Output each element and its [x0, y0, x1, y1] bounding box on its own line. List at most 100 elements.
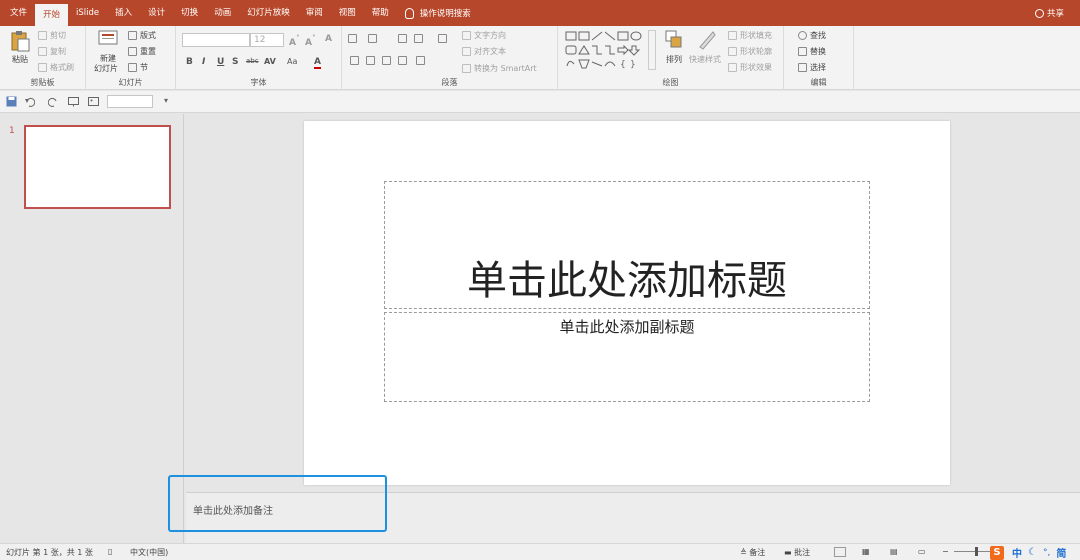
title-placeholder[interactable]: 单击此处添加标题: [384, 181, 870, 309]
font-size-combo[interactable]: 12: [250, 33, 284, 47]
tab-help[interactable]: 帮助: [364, 0, 397, 26]
paste-icon[interactable]: [10, 30, 30, 52]
editing-group: 查找 替换 选择 编辑: [784, 26, 854, 90]
align-center-button[interactable]: [366, 56, 378, 65]
ime-language[interactable]: 中: [1012, 545, 1022, 560]
copy-button[interactable]: 复制: [38, 46, 66, 57]
char-spacing-button[interactable]: AV: [264, 57, 276, 66]
tab-file[interactable]: 文件: [0, 0, 35, 26]
replace-button[interactable]: 替换: [798, 46, 826, 57]
normal-view-icon[interactable]: [834, 547, 846, 557]
tab-review[interactable]: 审阅: [298, 0, 331, 26]
shrink-font-button[interactable]: A˅: [305, 34, 316, 48]
text-direction-button[interactable]: 文字方向: [462, 30, 506, 41]
new-slide-label-2[interactable]: 幻灯片: [94, 63, 118, 74]
slide-sorter-icon[interactable]: ▦: [862, 547, 870, 556]
redo-icon[interactable]: [48, 96, 59, 107]
section-button[interactable]: 节: [128, 62, 148, 73]
slideshow-view-icon[interactable]: ▭: [918, 547, 926, 556]
find-label: 查找: [810, 31, 826, 40]
increase-indent-button[interactable]: [414, 34, 426, 43]
clear-format-icon[interactable]: A: [325, 34, 332, 44]
decrease-indent-button[interactable]: [398, 34, 410, 43]
underline-button[interactable]: U: [217, 57, 224, 67]
ime-mode[interactable]: 简: [1056, 545, 1066, 560]
find-button[interactable]: 查找: [798, 30, 826, 41]
change-case-button[interactable]: Aa: [287, 57, 297, 66]
justify-button[interactable]: [398, 56, 410, 65]
zoom-slider[interactable]: [954, 551, 990, 552]
strikethrough-button[interactable]: abc: [246, 57, 259, 65]
subtitle-placeholder[interactable]: 单击此处添加副标题: [384, 312, 870, 402]
italic-button[interactable]: I: [202, 57, 205, 67]
select-button[interactable]: 选择: [798, 62, 826, 73]
tab-transitions[interactable]: 切换: [173, 0, 206, 26]
notes-toggle-button[interactable]: ≜ 备注: [740, 547, 765, 558]
paste-button[interactable]: 粘贴: [12, 54, 28, 65]
slide-thumbnail-pane: 1: [0, 114, 184, 544]
customize-qat-icon[interactable]: ▾: [164, 96, 168, 105]
font-group: 12 A˄ A˅ A B I U S abc AV Aa A 字体: [176, 26, 342, 90]
shape-outline-button[interactable]: 形状轮廓: [728, 46, 772, 57]
tab-islide[interactable]: iSlide: [68, 0, 107, 26]
tab-insert[interactable]: 插入: [107, 0, 140, 26]
zoom-slider-thumb[interactable]: [975, 547, 978, 556]
bold-button[interactable]: B: [186, 57, 193, 67]
grow-font-button[interactable]: A˄: [289, 34, 300, 48]
tab-slideshow[interactable]: 幻灯片放映: [239, 0, 298, 26]
reading-view-icon[interactable]: ▤: [890, 547, 898, 556]
shape-fill-button[interactable]: 形状填充: [728, 30, 772, 41]
sogou-ime-icon[interactable]: S: [990, 545, 1004, 560]
quick-styles-button[interactable]: 快速样式: [689, 54, 721, 65]
arrange-button[interactable]: 排列: [666, 54, 682, 65]
numbering-button[interactable]: [368, 34, 380, 43]
align-left-button[interactable]: [350, 56, 362, 65]
shadow-button[interactable]: S: [232, 57, 238, 67]
align-right-button[interactable]: [382, 56, 394, 65]
punctuation-icon[interactable]: °,: [1043, 548, 1050, 558]
cut-button[interactable]: 剪切: [38, 30, 66, 41]
editing-group-label: 编辑: [810, 78, 827, 87]
shape-effects-button[interactable]: 形状效果: [728, 62, 772, 73]
qat-dropdown[interactable]: [107, 95, 153, 108]
picture-icon[interactable]: [88, 96, 99, 107]
undo-icon[interactable]: [24, 96, 35, 107]
align-text-button[interactable]: 对齐文本: [462, 46, 506, 57]
share-button[interactable]: 共享: [1034, 0, 1064, 26]
tab-view[interactable]: 视图: [331, 0, 364, 26]
font-color-button[interactable]: A: [314, 57, 321, 69]
shapes-gallery[interactable]: { }: [564, 30, 654, 70]
share-label: 共享: [1046, 9, 1064, 19]
tell-me-search[interactable]: 操作说明搜索: [397, 7, 471, 19]
reset-button[interactable]: 重置: [128, 46, 156, 57]
columns-button[interactable]: [416, 56, 428, 65]
tab-home[interactable]: 开始: [35, 4, 69, 26]
tab-animations[interactable]: 动画: [206, 0, 239, 26]
quick-styles-icon[interactable]: [697, 29, 717, 51]
moon-icon[interactable]: ☾: [1028, 547, 1037, 558]
new-slide-icon[interactable]: [98, 29, 118, 51]
cursor-icon: [798, 63, 807, 72]
ime-toolbar[interactable]: S 中 ☾ °, 简: [990, 545, 1066, 560]
smartart-button[interactable]: 转换为 SmartArt: [462, 63, 537, 74]
language-status[interactable]: 中文(中国): [130, 547, 168, 558]
comments-button[interactable]: ▬ 批注: [784, 547, 810, 558]
save-icon[interactable]: [6, 96, 17, 107]
section-icon: [128, 63, 137, 72]
tab-design[interactable]: 设计: [140, 0, 173, 26]
notes-highlight-frame: [168, 475, 387, 532]
spellcheck-icon[interactable]: ▯: [108, 547, 112, 556]
arrange-icon[interactable]: [664, 29, 684, 51]
line-spacing-icon: [438, 34, 447, 43]
bullets-button[interactable]: [348, 34, 360, 43]
slide-thumbnail[interactable]: [24, 125, 171, 209]
lightbulb-icon: [404, 7, 414, 19]
font-name-combo[interactable]: [182, 33, 250, 47]
line-spacing-button[interactable]: [438, 34, 450, 43]
format-painter-button[interactable]: 格式刷: [38, 62, 74, 73]
shapes-scroll[interactable]: [648, 30, 656, 70]
zoom-out-button[interactable]: −: [942, 547, 949, 556]
slideshow-start-icon[interactable]: [68, 96, 79, 107]
text-direction-icon: [462, 31, 471, 40]
layout-button[interactable]: 版式: [128, 30, 156, 41]
